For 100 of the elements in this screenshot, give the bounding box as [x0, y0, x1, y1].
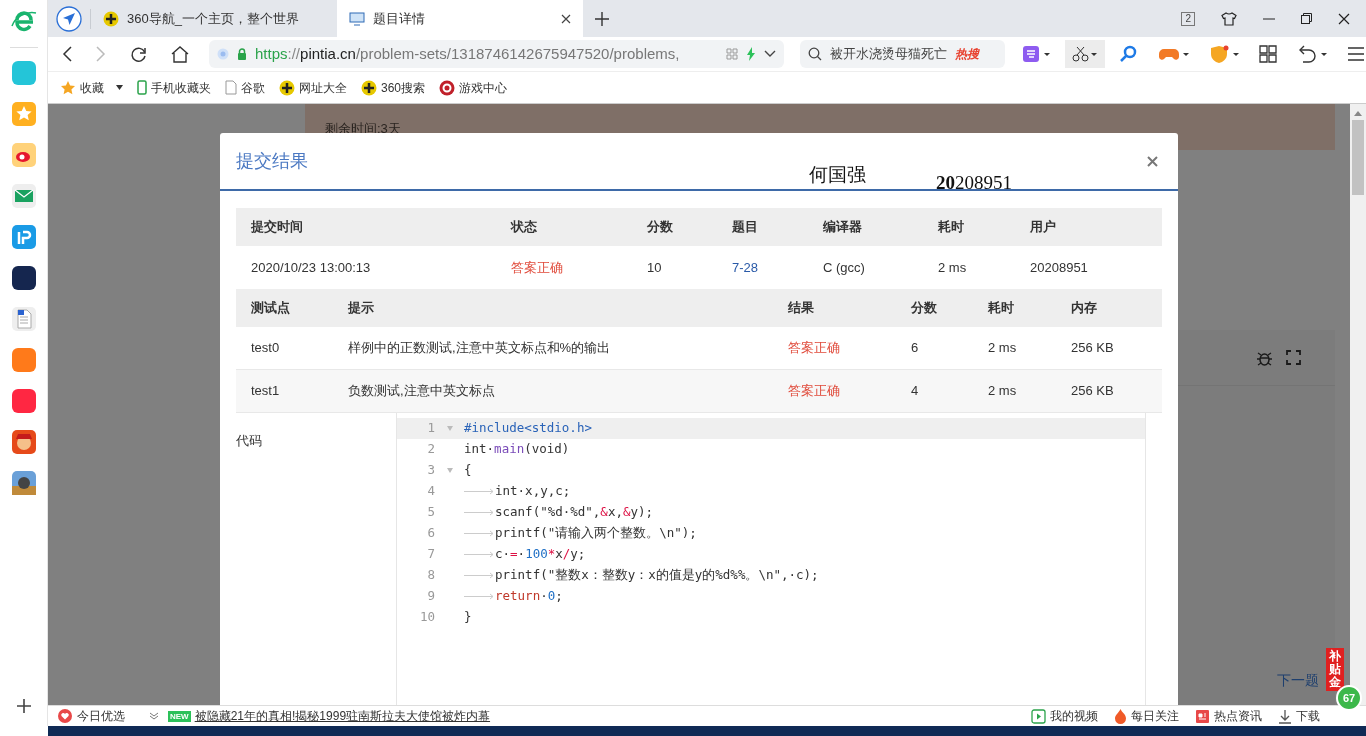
table-cell-text: 20208951	[1030, 258, 1089, 277]
restore-icon[interactable]	[1301, 13, 1312, 24]
line-number: 2	[426, 440, 435, 459]
status-item[interactable]: 热点资讯	[1195, 707, 1262, 725]
play-icon	[1031, 708, 1046, 724]
browser-tab[interactable]: 360导航_一个主页，整个世界	[91, 0, 337, 37]
address-field[interactable]: https://pintia.cn/problem-sets/1318746142675947520/problems,	[209, 40, 784, 68]
column-header: 内存	[1071, 299, 1098, 318]
student-name: 何国强	[809, 163, 866, 187]
back-icon[interactable]	[62, 46, 72, 62]
status-item[interactable]: 下载	[1278, 707, 1320, 725]
table-cell-text: 4	[911, 382, 920, 401]
search-field[interactable]: 被开水浇烫母猫死亡 热搜	[800, 40, 1005, 68]
column-header: 耗时	[938, 218, 965, 237]
document-app-icon[interactable]	[11, 307, 36, 331]
code-line: scanf("%d·%d",&x,&y);	[495, 503, 654, 522]
table-cell-text: 2 ms	[988, 382, 1018, 401]
table-cell-text: 2 ms	[988, 339, 1018, 358]
ip-app-icon[interactable]	[11, 225, 36, 249]
column-header: 分数	[911, 299, 938, 318]
browser-logo-icon[interactable]	[10, 8, 37, 34]
column-header: 耗时	[988, 299, 1015, 318]
bookmark-item[interactable]: 谷歌	[225, 78, 265, 97]
home-icon[interactable]	[171, 45, 189, 63]
star-app-icon[interactable]	[11, 102, 36, 126]
flame-icon	[1114, 708, 1127, 724]
code-line: {	[464, 461, 472, 480]
shirt-icon[interactable]	[1221, 11, 1237, 26]
expand-icon[interactable]	[149, 712, 159, 720]
status-item[interactable]: 每日关注	[1114, 707, 1179, 725]
add-icon[interactable]	[15, 698, 32, 714]
close-icon[interactable]	[1338, 12, 1350, 25]
reload-icon[interactable]	[130, 45, 147, 63]
browser-tab[interactable]: 题目详情	[337, 0, 583, 37]
undo-icon[interactable]	[1297, 45, 1327, 63]
scroll-up-icon[interactable]	[1354, 110, 1362, 116]
table-cell-text: 256 KB	[1071, 382, 1115, 401]
grid-icon[interactable]	[1259, 45, 1277, 63]
bookmark-item[interactable]: 游戏中心	[439, 78, 508, 97]
code-line: printf("请输入两个整数。\n");	[495, 524, 697, 543]
site-info-icon	[217, 48, 229, 60]
daily-picks-label[interactable]: 今日优选	[77, 707, 125, 725]
table-cell-text: 负数测试,注意中英文标点	[348, 382, 496, 401]
close-icon[interactable]	[561, 13, 571, 24]
scrollbar-thumb[interactable]	[1352, 120, 1364, 195]
table-cell-text: 2020/10/23 13:00:13	[251, 258, 372, 277]
window-count[interactable]: 2	[1181, 11, 1195, 26]
problem-link[interactable]: 7-28	[732, 257, 823, 278]
plus-logo-icon	[361, 79, 377, 96]
status-text: 答案正确	[788, 339, 841, 358]
status-text: 答案正确	[788, 382, 841, 401]
promo-badge[interactable]: 补贴金	[1326, 648, 1344, 691]
dialog-title: 提交结果	[236, 149, 308, 173]
gamepad-icon[interactable]	[1157, 46, 1189, 62]
mail-icon[interactable]	[11, 184, 36, 208]
menu-icon[interactable]	[1347, 46, 1365, 62]
table-cell-text: 256 KB	[1071, 339, 1115, 358]
line-number: 8	[426, 566, 435, 585]
monitor-icon	[349, 11, 365, 26]
line-number: 3	[426, 461, 435, 480]
new-badge: NEW	[168, 710, 191, 722]
bookmark-item[interactable]: 收藏	[60, 78, 123, 97]
hot-search-badge[interactable]: 热搜	[955, 45, 979, 63]
shield-icon[interactable]	[1209, 45, 1239, 63]
code-line: int·x,y,c;	[495, 482, 571, 501]
game-character-icon[interactable]	[11, 430, 36, 454]
bookmark-item[interactable]: 网址大全	[279, 78, 347, 97]
minimize-icon[interactable]	[1263, 17, 1275, 20]
scissors-button[interactable]	[1065, 40, 1105, 68]
line-number: 7	[426, 545, 435, 564]
table-cell-text: 2 ms	[938, 258, 968, 277]
table-cell-text: C (gcc)	[823, 258, 866, 277]
status-text: 答案正确	[511, 258, 564, 277]
status-item[interactable]: 我的视频	[1031, 707, 1098, 725]
table-cell-text: test0	[251, 339, 281, 358]
table-cell-text: test1	[251, 382, 281, 401]
table-cell-text: 10	[647, 258, 663, 277]
tab-arrow-icon	[464, 593, 495, 600]
bookmark-item[interactable]: 手机收藏夹	[137, 78, 211, 97]
code-line: #include<stdio.h>	[464, 419, 592, 438]
bookmark-item[interactable]: 360搜索	[361, 78, 426, 97]
magnifier-icon[interactable]	[1119, 45, 1137, 63]
line-number: 4	[426, 482, 435, 501]
dropdown-caret-icon	[116, 85, 123, 90]
scissors-icon	[1072, 46, 1098, 62]
lock-icon	[237, 48, 247, 60]
column-header: 结果	[788, 299, 815, 318]
fullscreen-icon[interactable]	[1286, 350, 1301, 365]
plus-logo-icon	[279, 79, 295, 96]
code-line: printf("整数x：整数y：x的值是y的%d%%。\n",·c);	[495, 566, 819, 585]
student-id: 20208951	[936, 171, 1012, 195]
headline-link[interactable]: 被隐藏21年的真相!揭秘1999驻南斯拉夫大使馆被炸内幕	[194, 707, 491, 725]
new-tab-icon[interactable]	[595, 11, 609, 26]
column-header: 提交时间	[251, 218, 304, 237]
translate-icon[interactable]	[1023, 46, 1051, 62]
code-label: 代码	[236, 433, 262, 448]
column-header: 分数	[647, 218, 674, 237]
code-line: int·main(void)	[464, 440, 570, 459]
tab-arrow-icon	[464, 488, 495, 495]
dropdown-caret-icon[interactable]	[764, 50, 776, 58]
